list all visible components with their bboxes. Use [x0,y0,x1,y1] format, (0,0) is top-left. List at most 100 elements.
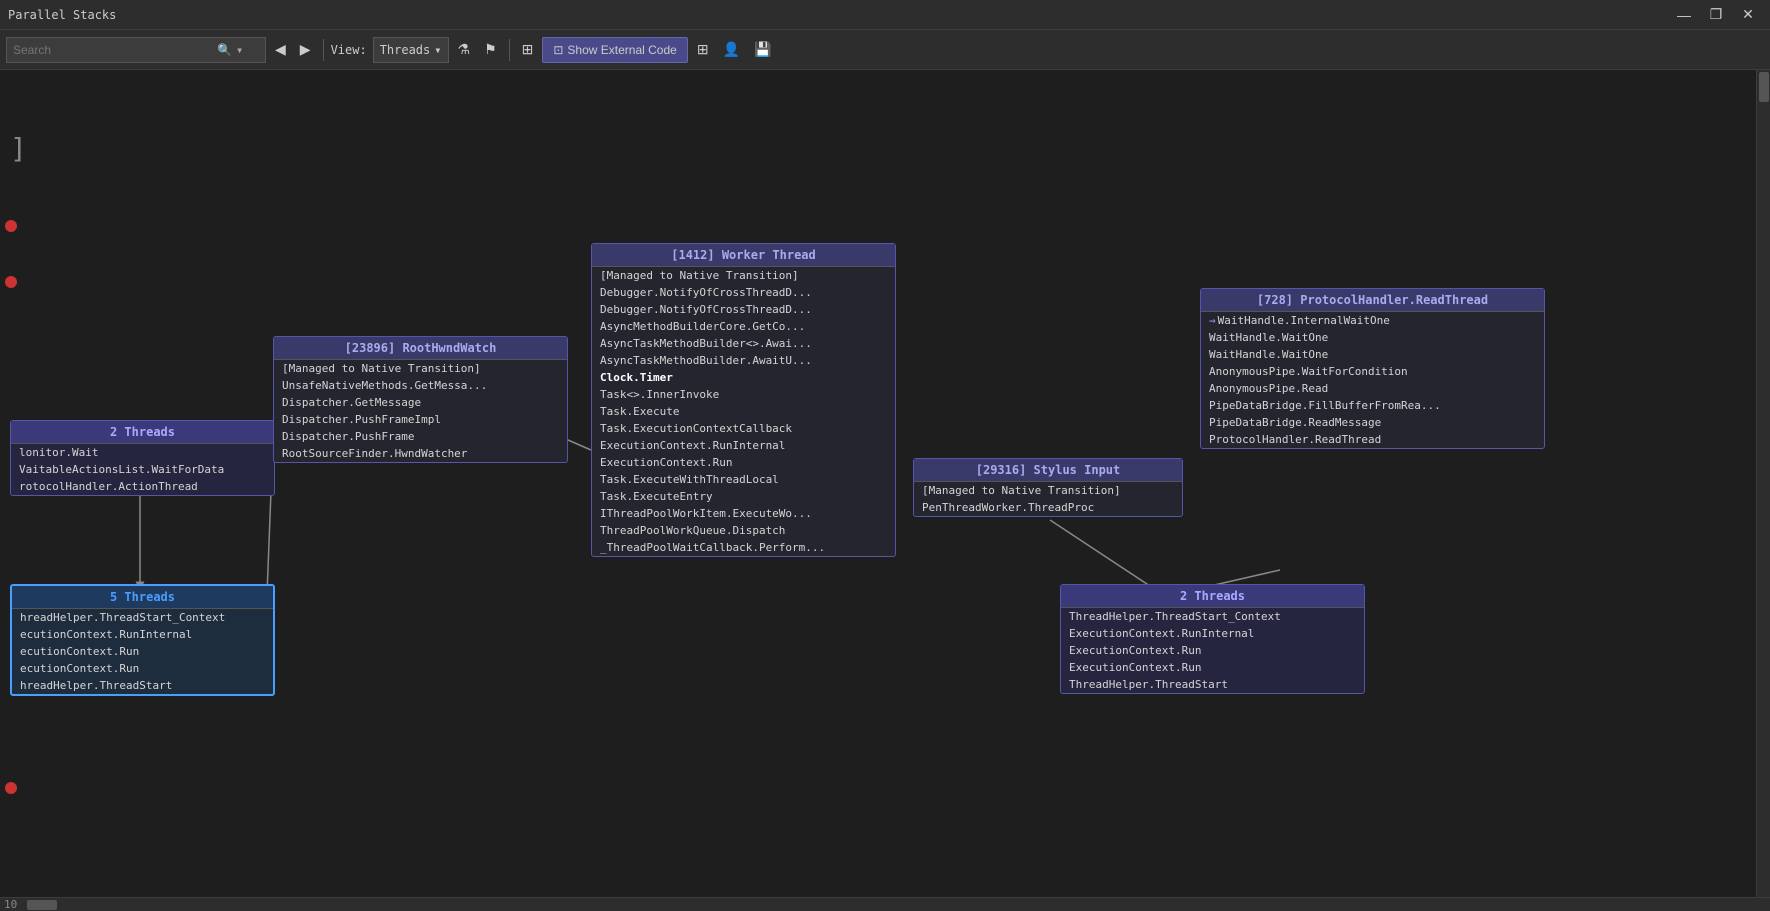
node-row: Debugger.NotifyOfCrossThreadD... [592,301,895,318]
title-bar: Parallel Stacks — ❐ ✕ [0,0,1770,30]
two-threads-header: 2 Threads [11,421,274,444]
scrollbar-thumb[interactable] [27,900,57,910]
five-threads-node[interactable]: 5 Threads hreadHelper.ThreadStart_Contex… [10,584,275,696]
node-row: AsyncTaskMethodBuilder.AwaitU... [592,352,895,369]
filter-button[interactable]: ⚗ [453,37,476,63]
node-row: PenThreadWorker.ThreadProc [914,499,1182,516]
title-bar-text: Parallel Stacks [8,8,116,22]
node-row: [Managed to Native Transition] [592,267,895,284]
bracket-indicator: ] [10,135,27,163]
node-row: ExecutionContext.Run [1061,642,1364,659]
node-row: [Managed to Native Transition] [914,482,1182,499]
node-row: ThreadPoolWorkQueue.Dispatch [592,522,895,539]
node-row: hreadHelper.ThreadStart [12,677,273,694]
right-scroll-thumb[interactable] [1759,72,1769,102]
node-row: Task.Execute [592,403,895,420]
node-row: Task.ExecuteWithThreadLocal [592,471,895,488]
arrow-icon: ⇒ [1209,314,1216,327]
stylus-input-header: [29316] Stylus Input [914,459,1182,482]
node-row: ProtocolHandler.ReadThread [1201,431,1544,448]
node-row: AsyncMethodBuilderCore.GetCo... [592,318,895,335]
node-row: [Managed to Native Transition] [274,360,567,377]
two-threads-right-body: ThreadHelper.ThreadStart_Context Executi… [1061,608,1364,693]
node-row: PipeDataBridge.ReadMessage [1201,414,1544,431]
search-icon: 🔍 [217,43,232,57]
show-external-code-button[interactable]: ⊡ Show External Code [542,37,687,63]
node-row: ExecutionContext.Run [1061,659,1364,676]
root-hwnd-watch-header: [23896] RootHwndWatch [274,337,567,360]
protocol-handler-read-body: ⇒WaitHandle.InternalWaitOne WaitHandle.W… [1201,312,1544,448]
title-bar-controls: — ❐ ✕ [1670,5,1762,25]
node-row: Dispatcher.PushFrame [274,428,567,445]
bottom-scrollbar[interactable]: 10 [0,897,1770,911]
toolbar: 🔍 ▾ ◀ ▶ View: Threads ▾ ⚗ ⚑ ⊞ ⊡ Show Ext… [0,30,1770,70]
node-row: IThreadPoolWorkItem.ExecuteWo... [592,505,895,522]
canvas: 2 Threads lonitor.Wait VaitableActionsLi… [0,70,1770,897]
separator-2 [509,39,510,61]
node-row: Dispatcher.GetMessage [274,394,567,411]
close-button[interactable]: ✕ [1734,5,1762,25]
worker-thread-body: [Managed to Native Transition] Debugger.… [592,267,895,556]
worker-thread-header: [1412] Worker Thread [592,244,895,267]
user-button[interactable]: 👤 [718,37,745,63]
node-row: Task<>.InnerInvoke [592,386,895,403]
node-row: ThreadHelper.ThreadStart_Context [1061,608,1364,625]
layout-button[interactable]: ⊞ [517,37,539,63]
node-row: ExecutionContext.RunInternal [1061,625,1364,642]
protocol-handler-read-header: [728] ProtocolHandler.ReadThread [1201,289,1544,312]
right-scrollbar[interactable] [1756,70,1770,897]
red-dot-3 [5,782,17,794]
node-row: WaitHandle.WaitOne [1201,329,1544,346]
root-hwnd-watch-node[interactable]: [23896] RootHwndWatch [Managed to Native… [273,336,568,463]
node-row: AnonymousPipe.WaitForCondition [1201,363,1544,380]
node-row: AnonymousPipe.Read [1201,380,1544,397]
minimize-button[interactable]: — [1670,5,1698,25]
node-row: ecutionContext.Run [12,643,273,660]
five-threads-body: hreadHelper.ThreadStart_Context ecutionC… [12,609,273,694]
two-threads-node[interactable]: 2 Threads lonitor.Wait VaitableActionsLi… [10,420,275,496]
back-button[interactable]: ◀ [270,37,291,63]
zoom-button[interactable]: ⊞ [692,37,714,63]
stylus-input-body: [Managed to Native Transition] PenThread… [914,482,1182,516]
node-row: AsyncTaskMethodBuilder<>.Awai... [592,335,895,352]
node-row: rotocolHandler.ActionThread [11,478,274,495]
search-dropdown-icon[interactable]: ▾ [236,43,243,57]
search-input[interactable] [13,43,213,57]
node-row-highlighted: Clock.Timer [592,369,895,386]
node-row: Debugger.NotifyOfCrossThreadD... [592,284,895,301]
node-row: RootSourceFinder.HwndWatcher [274,445,567,462]
flag-button[interactable]: ⚑ [479,37,502,63]
search-box[interactable]: 🔍 ▾ [6,37,266,63]
forward-button[interactable]: ▶ [295,37,316,63]
view-dropdown-icon: ▾ [434,43,441,57]
scrollbar-label: 10 [4,898,17,911]
separator-1 [323,39,324,61]
node-row: ecutionContext.Run [12,660,273,677]
node-row: WaitHandle.WaitOne [1201,346,1544,363]
node-row: hreadHelper.ThreadStart_Context [12,609,273,626]
view-label: View: [331,43,367,57]
protocol-handler-read-node[interactable]: [728] ProtocolHandler.ReadThread ⇒WaitHa… [1200,288,1545,449]
save-button[interactable]: 💾 [749,37,776,63]
red-dot-1 [5,220,17,232]
node-row: Task.ExecuteEntry [592,488,895,505]
node-row: Task.ExecutionContextCallback [592,420,895,437]
node-row: _ThreadPoolWaitCallback.Perform... [592,539,895,556]
show-external-label: Show External Code [567,43,676,57]
stylus-input-node[interactable]: [29316] Stylus Input [Managed to Native … [913,458,1183,517]
restore-button[interactable]: ❐ [1702,5,1730,25]
view-dropdown[interactable]: Threads ▾ [373,37,449,63]
node-row: ecutionContext.RunInternal [12,626,273,643]
show-external-icon: ⊡ [553,43,563,57]
root-hwnd-watch-body: [Managed to Native Transition] UnsafeNat… [274,360,567,462]
node-row: lonitor.Wait [11,444,274,461]
red-dot-2 [5,276,17,288]
node-row: ThreadHelper.ThreadStart [1061,676,1364,693]
five-threads-header: 5 Threads [12,586,273,609]
node-row: ⇒WaitHandle.InternalWaitOne [1201,312,1544,329]
node-row: UnsafeNativeMethods.GetMessa... [274,377,567,394]
node-row: PipeDataBridge.FillBufferFromRea... [1201,397,1544,414]
two-threads-right-node[interactable]: 2 Threads ThreadHelper.ThreadStart_Conte… [1060,584,1365,694]
worker-thread-node[interactable]: [1412] Worker Thread [Managed to Native … [591,243,896,557]
node-row: VaitableActionsList.WaitForData [11,461,274,478]
